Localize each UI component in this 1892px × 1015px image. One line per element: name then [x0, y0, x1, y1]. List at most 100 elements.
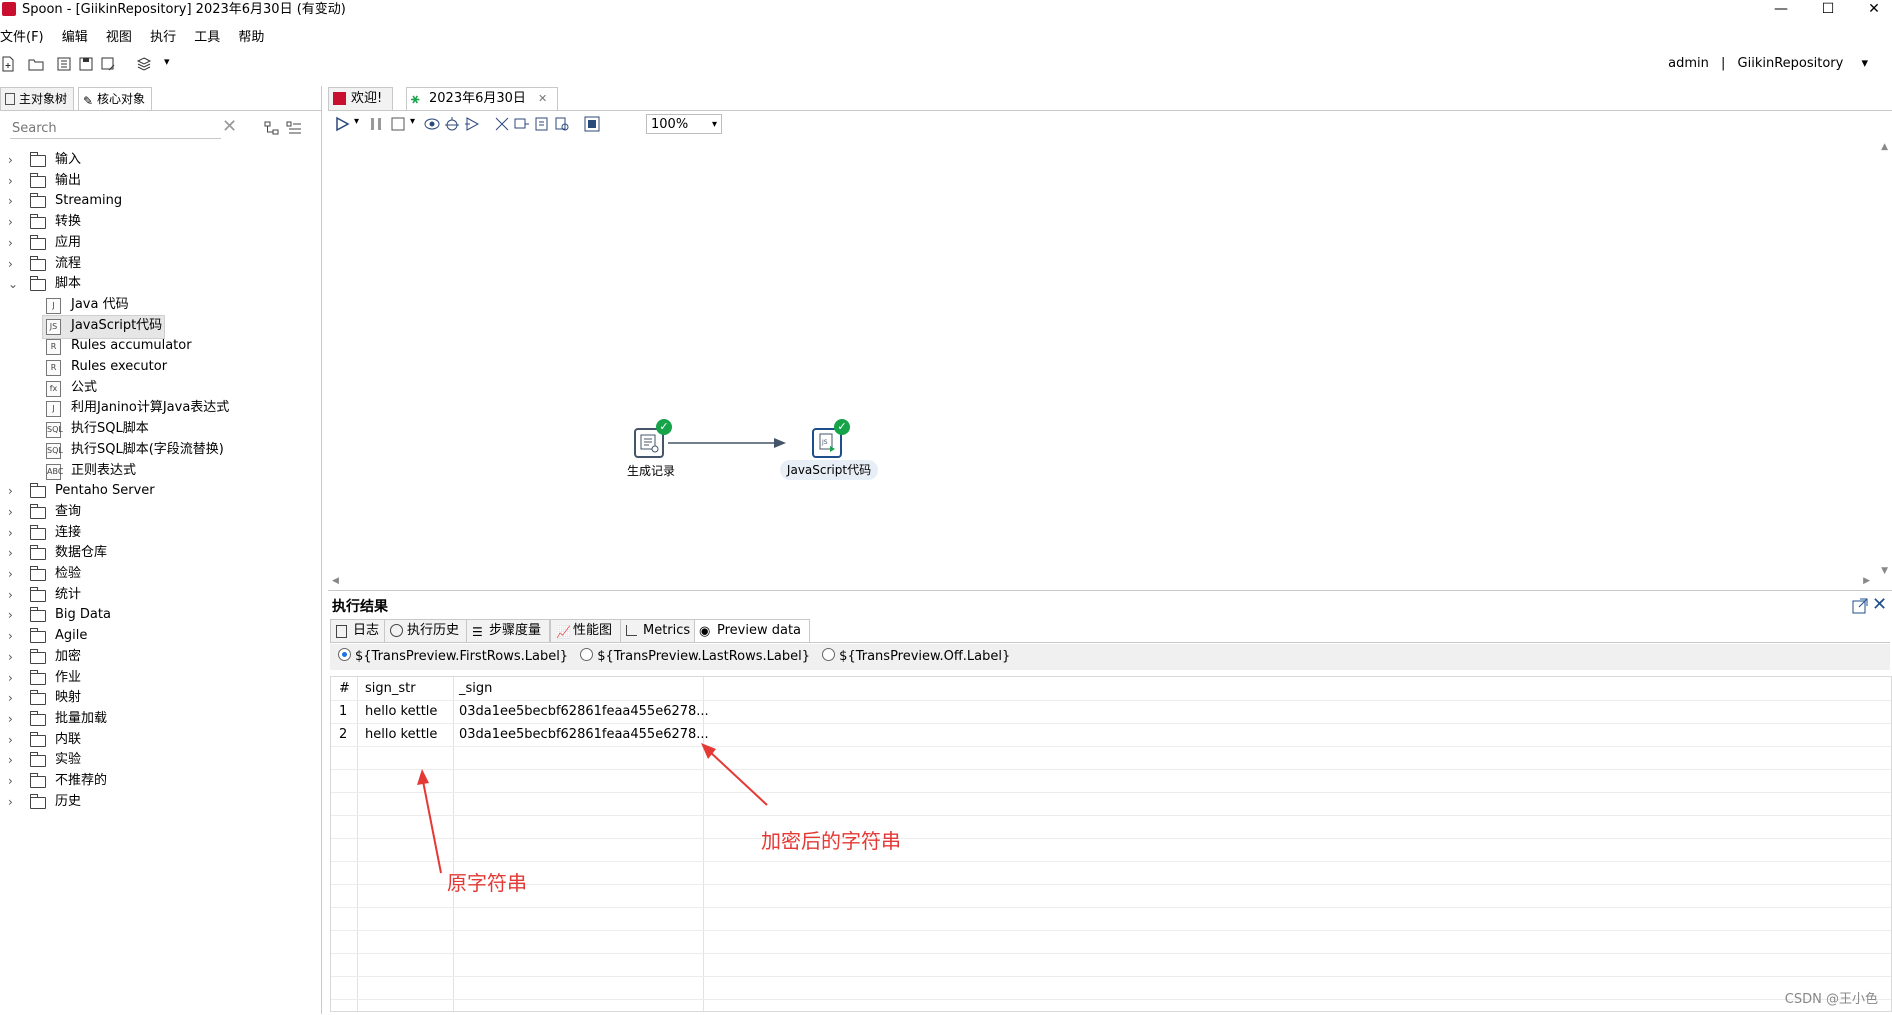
tab-main-object-tree-label: 主对象树 — [19, 92, 68, 106]
tab-metrics[interactable]: Metrics — [620, 619, 700, 642]
sql-icon[interactable] — [534, 116, 550, 132]
menu-file[interactable]: 文件(F) — [0, 24, 50, 45]
scroll-right-icon[interactable]: ▶ — [1863, 576, 1870, 586]
tab-welcome[interactable]: 欢迎! — [328, 87, 394, 110]
expand-all-icon[interactable] — [264, 120, 280, 136]
tree-category-item[interactable]: › 历史 — [0, 790, 320, 814]
maximize-button[interactable]: ☐ — [1810, 0, 1846, 18]
save-icon[interactable] — [78, 56, 94, 72]
menu-run[interactable]: 执行 — [150, 24, 182, 45]
layers-icon[interactable] — [136, 56, 152, 72]
debug-icon[interactable] — [444, 116, 460, 132]
minimize-button[interactable]: — — [1763, 0, 1799, 18]
clear-search-icon[interactable]: ✕ — [222, 116, 237, 137]
execution-results-panel: 执行结果 ✕ 日志 执行历史 ☰ 步骤度量 📈 性能图 Metrics ◉ Previ… — [328, 594, 1892, 1014]
folder-icon — [30, 524, 46, 540]
menu-view[interactable]: 视图 — [106, 24, 138, 45]
folder-icon — [30, 648, 46, 664]
scroll-up-icon[interactable]: ▲ — [1881, 142, 1888, 152]
hop-arrow[interactable] — [668, 438, 788, 448]
impact-icon[interactable] — [514, 116, 530, 132]
chevron-right-icon[interactable]: › — [8, 790, 20, 814]
folder-icon — [30, 773, 46, 788]
user-separator: | — [1720, 56, 1726, 71]
close-panel-icon[interactable]: ✕ — [1872, 594, 1887, 615]
stop-dropdown-icon[interactable]: ▾ — [410, 116, 415, 127]
table-row[interactable]: 2 hello kettle 03da1ee5becbf62861feaa455… — [331, 723, 1891, 747]
open-file-icon[interactable] — [28, 56, 44, 72]
maximize-panel-icon[interactable] — [1852, 598, 1868, 614]
user-info[interactable]: admin | GiikinRepository ▾ — [1668, 56, 1868, 71]
tab-history[interactable]: 执行历史 — [384, 619, 469, 642]
column-header-sign-str[interactable]: sign_str — [365, 677, 416, 700]
script-step-icon: SQL — [46, 422, 63, 439]
folder-icon — [30, 669, 46, 685]
history-icon — [390, 624, 403, 637]
close-tab-icon[interactable]: ✕ — [538, 92, 547, 105]
svg-text:JS: JS — [821, 439, 828, 446]
radio-first-rows[interactable]: ${TransPreview.FirstRows.Label} — [330, 648, 568, 664]
step-success-icon: ✓ — [656, 419, 672, 435]
run-icon[interactable] — [334, 116, 350, 132]
zoom-select[interactable]: 100% ▾ — [646, 114, 722, 134]
pause-icon[interactable] — [368, 116, 384, 132]
folder-icon — [30, 607, 46, 623]
close-window-button[interactable]: ✕ — [1856, 0, 1892, 18]
step-success-icon: ✓ — [834, 419, 850, 435]
list-icon: ☰ — [472, 625, 483, 639]
save-as-icon[interactable] — [100, 56, 116, 72]
cell-sign-str: hello kettle — [365, 704, 438, 719]
scroll-down-icon[interactable]: ▼ — [1881, 566, 1888, 576]
folder-icon — [30, 276, 46, 292]
layers-dropdown-icon[interactable]: ▾ — [164, 55, 170, 68]
tab-core-objects[interactable]: ✎ 核心对象 — [78, 87, 153, 110]
tab-log[interactable]: 日志 — [330, 619, 389, 642]
explore-repository-icon[interactable] — [56, 56, 72, 72]
tab-transformation[interactable]: ⚹ 2023年6月30日 ✕ — [406, 87, 559, 110]
watermark: CSDN @王小色 — [1784, 992, 1878, 1007]
folder-icon — [30, 234, 46, 250]
radio-off[interactable]: ${TransPreview.Off.Label} — [814, 648, 1010, 664]
tab-step-metrics[interactable]: ☰ 步骤度量 — [466, 619, 551, 642]
explore-db-icon[interactable] — [554, 116, 570, 132]
transformation-canvas[interactable]: ▲ ▼ ◀ ▶ ✓ 生成记录 JS ✓ JavaScript代码 — [328, 138, 1892, 591]
radio-selected-icon — [338, 648, 351, 661]
step-javascript-label: JavaScript代码 — [780, 460, 878, 480]
folder-icon — [30, 710, 46, 726]
user-dropdown-icon[interactable]: ▾ — [1861, 56, 1868, 71]
script-step-icon: SQL — [46, 442, 63, 459]
tab-transformation-label: 2023年6月30日 — [429, 91, 526, 106]
show-results-icon[interactable] — [584, 116, 600, 132]
replay-icon[interactable] — [464, 116, 480, 132]
verify-icon[interactable] — [494, 116, 510, 132]
scroll-left-icon[interactable]: ◀ — [332, 576, 339, 586]
table-row[interactable]: 1 hello kettle 03da1ee5becbf62861feaa455… — [331, 700, 1891, 724]
radio-last-rows[interactable]: ${TransPreview.LastRows.Label} — [572, 648, 810, 664]
search-input[interactable] — [10, 118, 221, 139]
folder-icon — [30, 752, 46, 768]
menu-help[interactable]: 帮助 — [238, 24, 270, 45]
main-toolbar: ▾ — [0, 52, 1892, 78]
folder-icon — [30, 255, 46, 271]
collapse-all-icon[interactable] — [286, 120, 302, 136]
document-tabs: 欢迎! ⚹ 2023年6月30日 ✕ — [328, 86, 1892, 111]
document-area: 欢迎! ⚹ 2023年6月30日 ✕ ▾ ▾ 100% ▾ ▲ ▼ ◀ ▶ ✓ … — [328, 86, 1892, 1014]
tab-performance[interactable]: 📈 性能图 — [550, 619, 622, 642]
preview-icon[interactable] — [424, 116, 440, 132]
menu-bar: 文件(F) 编辑 视图 执行 工具 帮助 — [0, 24, 278, 45]
column-header-sign[interactable]: _sign — [459, 677, 492, 700]
script-step-icon: JS — [46, 318, 61, 335]
menu-tools[interactable]: 工具 — [194, 24, 226, 45]
run-dropdown-icon[interactable]: ▾ — [354, 116, 359, 127]
tab-preview-data[interactable]: ◉ Preview data — [694, 619, 811, 642]
new-file-icon[interactable] — [0, 56, 16, 72]
tab-step-metrics-label: 步骤度量 — [489, 623, 542, 638]
tab-main-object-tree[interactable]: 主对象树 — [0, 87, 75, 110]
results-title: 执行结果 — [332, 599, 388, 615]
row-index: 2 — [339, 727, 348, 742]
column-header-index[interactable]: # — [339, 677, 350, 700]
stop-icon[interactable] — [390, 116, 406, 132]
script-step-icon: R — [46, 339, 61, 356]
folder-icon — [30, 172, 46, 188]
menu-edit[interactable]: 编辑 — [62, 24, 94, 45]
